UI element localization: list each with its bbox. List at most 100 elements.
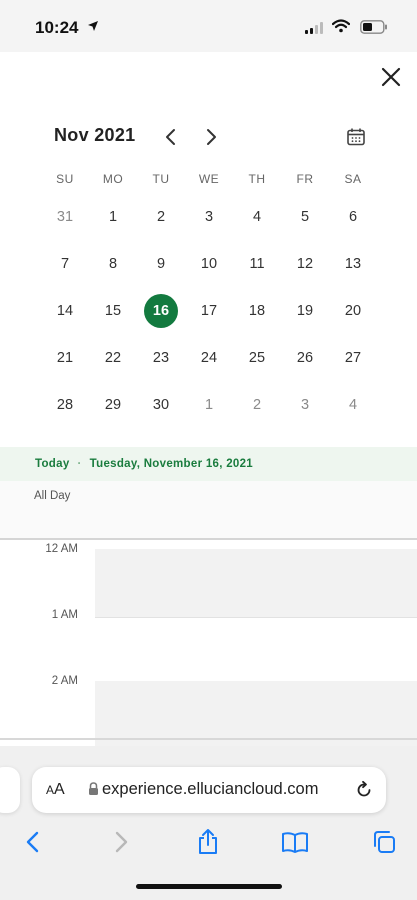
back-icon [26, 831, 39, 853]
battery-icon [360, 20, 387, 34]
day-number: 25 [248, 349, 266, 366]
calendar-day[interactable]: 10 [185, 240, 233, 287]
calendar-day[interactable]: 13 [329, 240, 377, 287]
calendar-day[interactable]: 21 [41, 334, 89, 381]
status-time: 10:24 [35, 18, 79, 37]
calendar-day-outside-month[interactable]: 4 [329, 381, 377, 428]
all-day-row[interactable]: All Day [0, 481, 417, 540]
reload-icon[interactable] [354, 780, 374, 800]
day-number: 16 [144, 293, 178, 328]
day-number: 3 [204, 208, 214, 225]
calendar-weeks: 31 1 2 3 4 5 6 7 8 9 10 11 12 13 14 15 16 17 18 19 20 21 22 23 2… [41, 193, 377, 428]
calendar-day-outside-month[interactable]: 31 [41, 193, 89, 240]
calendar-week-row: 14 15 16 17 18 19 20 [41, 287, 377, 334]
calendar-day-outside-month[interactable]: 2 [233, 381, 281, 428]
day-number: 4 [348, 396, 358, 413]
calendar-day[interactable]: 3 [185, 193, 233, 240]
day-number: 18 [248, 302, 266, 319]
weekday-header-row: SU MO TU WE TH FR SA [41, 165, 377, 193]
calendar-day[interactable]: 5 [281, 193, 329, 240]
calendar-day[interactable]: 22 [89, 334, 137, 381]
calendar-day[interactable]: 28 [41, 381, 89, 428]
calendar-day[interactable]: 26 [281, 334, 329, 381]
calendar-day[interactable]: 25 [233, 334, 281, 381]
calendar-day[interactable]: 29 [89, 381, 137, 428]
calendar-day[interactable]: 17 [185, 287, 233, 334]
calendar-day[interactable]: 27 [329, 334, 377, 381]
tabs-icon [374, 831, 395, 853]
all-day-label: All Day [34, 490, 71, 502]
calendar-day[interactable]: 15 [89, 287, 137, 334]
forward-icon [115, 831, 128, 853]
weekday-label: FR [296, 172, 314, 186]
calendar-day-selected[interactable]: 16 [137, 287, 185, 334]
browser-toolbar: AA experience.elluciancloud.com [0, 746, 417, 900]
day-number: 3 [300, 396, 310, 413]
today-label: Today [35, 458, 70, 470]
day-number: 20 [344, 302, 362, 319]
tabs-button[interactable] [370, 828, 398, 856]
calendar-day[interactable]: 4 [233, 193, 281, 240]
hour-label: 1 AM [51, 609, 78, 621]
previous-tab-card[interactable] [0, 767, 20, 813]
calendar-day[interactable]: 23 [137, 334, 185, 381]
calendar-day[interactable]: 14 [41, 287, 89, 334]
calendar-day[interactable]: 11 [233, 240, 281, 287]
day-number: 12 [296, 255, 314, 272]
calendar-week-row: 21 22 23 24 25 26 27 [41, 334, 377, 381]
calendar-day[interactable]: 20 [329, 287, 377, 334]
calendar-day[interactable]: 12 [281, 240, 329, 287]
time-slot[interactable] [95, 549, 417, 617]
calendar-day[interactable]: 8 [89, 240, 137, 287]
grid-divider [0, 738, 417, 740]
day-number: 7 [60, 255, 70, 272]
bookmarks-icon [282, 832, 308, 853]
calendar-day-outside-month[interactable]: 3 [281, 381, 329, 428]
day-number: 11 [249, 255, 265, 272]
next-month-button[interactable] [200, 126, 222, 148]
selected-date-label: Tuesday, November 16, 2021 [89, 458, 253, 470]
day-number: 4 [252, 208, 262, 225]
weekday-label: SU [56, 172, 74, 186]
wifi-icon [332, 19, 350, 33]
calendar-day[interactable]: 19 [281, 287, 329, 334]
calendar-week-row: 28 29 30 1 2 3 4 [41, 381, 377, 428]
calendar-day[interactable]: 30 [137, 381, 185, 428]
calendar-week-row: 7 8 9 10 11 12 13 [41, 240, 377, 287]
lock-icon [89, 782, 98, 795]
bookmarks-button[interactable] [281, 828, 309, 856]
calendar-day[interactable]: 1 [89, 193, 137, 240]
calendar-day[interactable]: 24 [185, 334, 233, 381]
calendar-day[interactable]: 6 [329, 193, 377, 240]
calendar-picker-button[interactable] [345, 126, 367, 148]
day-number: 29 [104, 396, 122, 413]
url-text[interactable]: experience.elluciancloud.com [102, 780, 347, 799]
share-button[interactable] [194, 828, 222, 856]
calendar-day-outside-month[interactable]: 1 [185, 381, 233, 428]
month-calendar-grid: SU MO TU WE TH FR SA 31 1 2 3 4 5 6 7 8 9 10 11 12 13… [41, 165, 377, 428]
status-bar: 10:24 [0, 0, 417, 52]
weekday-label: MO [102, 172, 124, 186]
calendar-day[interactable]: 7 [41, 240, 89, 287]
hour-grid: 12 AM 1 AM 2 AM [0, 540, 417, 749]
day-number: 15 [104, 302, 122, 319]
address-bar[interactable]: AA experience.elluciancloud.com [32, 767, 386, 813]
day-number: 21 [56, 349, 74, 366]
day-number: 28 [56, 396, 74, 413]
day-number: 19 [296, 302, 314, 319]
day-number: 13 [344, 255, 362, 272]
close-icon [381, 67, 401, 87]
calendar-day[interactable]: 18 [233, 287, 281, 334]
text-size-button[interactable]: AA [46, 781, 65, 799]
close-button[interactable] [378, 64, 404, 90]
calendar-week-row: 31 1 2 3 4 5 6 [41, 193, 377, 240]
separator-dot: · [77, 458, 82, 470]
day-number: 27 [344, 349, 362, 366]
back-button[interactable] [18, 828, 46, 856]
calendar-day[interactable]: 2 [137, 193, 185, 240]
previous-month-button[interactable] [160, 126, 182, 148]
weekday-label: SA [344, 172, 362, 186]
forward-button[interactable] [108, 828, 136, 856]
calendar-day[interactable]: 9 [137, 240, 185, 287]
day-number: 2 [156, 208, 166, 225]
